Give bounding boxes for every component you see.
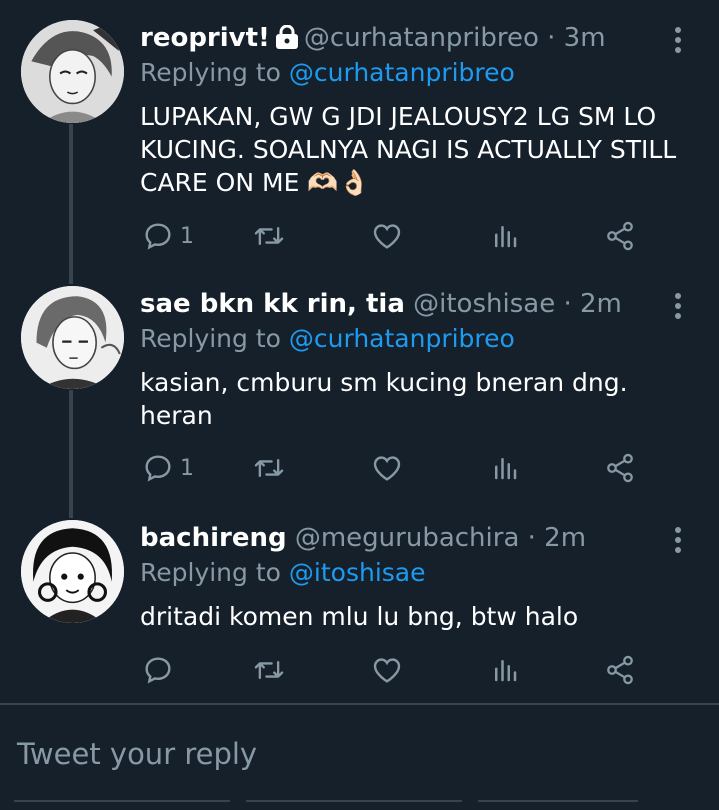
mention-link[interactable]: @curhatanpribreo: [289, 324, 515, 353]
more-options-icon[interactable]: [668, 524, 688, 558]
reply-count: 1: [180, 223, 194, 249]
retweet-button[interactable]: [252, 448, 286, 488]
tweet-header: bachireng @megurubachira · 2m: [140, 520, 586, 556]
tweet-text: dritadi komen mlu lu bng, btw halo: [140, 602, 579, 631]
separator: ·: [527, 523, 536, 553]
compose-divider: [0, 703, 719, 705]
user-handle[interactable]: @itoshisae: [413, 289, 555, 319]
timestamp[interactable]: 2m: [544, 523, 586, 553]
share-icon: [607, 655, 633, 685]
timestamp[interactable]: 2m: [580, 289, 622, 319]
like-icon: [373, 224, 401, 249]
reply-button[interactable]: [142, 650, 180, 690]
mention-link[interactable]: @itoshisae: [289, 558, 426, 587]
more-options-icon[interactable]: [668, 290, 688, 324]
tweet-text: kasian, cmburu sm kucing bneran dng. her…: [140, 368, 628, 430]
retweet-button[interactable]: [252, 650, 286, 690]
tweet[interactable]: reoprivt! @curhatanpribreo · 3m Replying …: [0, 20, 719, 270]
display-name[interactable]: bachireng: [140, 523, 287, 553]
avatar[interactable]: [21, 20, 124, 123]
user-handle[interactable]: @curhatanpribreo: [304, 23, 539, 53]
display-name[interactable]: sae bkn kk rin, tia: [140, 289, 405, 319]
retweet-icon: [254, 226, 284, 246]
tweet-actions: 1: [140, 448, 660, 488]
replying-to: Replying to @curhatanpribreo: [140, 322, 515, 356]
retweet-button[interactable]: [252, 216, 286, 256]
reply-icon: [145, 223, 171, 250]
bottom-toolbar: [0, 800, 719, 808]
tweet-actions: 1: [140, 216, 660, 256]
like-button[interactable]: [370, 216, 404, 256]
reply-icon: [145, 455, 171, 482]
reply-button[interactable]: 1: [142, 448, 194, 488]
reply-button[interactable]: 1: [142, 216, 194, 256]
replying-to-label: Replying to: [140, 58, 281, 87]
avatar[interactable]: [21, 286, 124, 389]
like-button[interactable]: [370, 650, 404, 690]
replying-to-label: Replying to: [140, 558, 281, 587]
share-icon: [607, 453, 633, 483]
analytics-icon: [495, 458, 517, 480]
display-name[interactable]: reoprivt!: [140, 23, 270, 53]
tweet-actions: [140, 650, 660, 690]
more-options-icon[interactable]: [668, 24, 688, 58]
tweet-text: LUPAKAN, GW G JDI JEALOUSY2 LG SM LO KUC…: [140, 102, 677, 197]
analytics-button[interactable]: [490, 650, 520, 690]
share-icon: [607, 221, 633, 251]
reply-count: 1: [180, 455, 194, 481]
like-icon: [373, 658, 401, 683]
tweet-header: sae bkn kk rin, tia @itoshisae · 2m: [140, 286, 622, 322]
retweet-icon: [254, 660, 284, 680]
analytics-icon: [495, 660, 517, 682]
reply-icon: [145, 657, 171, 684]
like-button[interactable]: [370, 448, 404, 488]
replying-to: Replying to @curhatanpribreo: [140, 56, 515, 90]
share-button[interactable]: [604, 650, 636, 690]
lock-icon: [274, 23, 300, 59]
like-icon: [373, 456, 401, 481]
share-button[interactable]: [604, 216, 636, 256]
tweet-header: reoprivt! @curhatanpribreo · 3m: [140, 20, 606, 56]
replying-to-label: Replying to: [140, 324, 281, 353]
mention-link[interactable]: @curhatanpribreo: [289, 58, 515, 87]
separator: ·: [563, 289, 572, 319]
analytics-icon: [495, 226, 517, 248]
analytics-button[interactable]: [490, 448, 520, 488]
tweet[interactable]: sae bkn kk rin, tia @itoshisae · 2m Repl…: [0, 286, 719, 506]
retweet-icon: [254, 458, 284, 478]
tweet[interactable]: bachireng @megurubachira · 2m Replying t…: [0, 520, 719, 700]
share-button[interactable]: [604, 448, 636, 488]
analytics-button[interactable]: [490, 216, 520, 256]
user-handle[interactable]: @megurubachira: [295, 523, 520, 553]
reply-input[interactable]: Tweet your reply: [17, 732, 257, 776]
separator: ·: [547, 23, 556, 53]
avatar[interactable]: [21, 520, 124, 623]
timestamp[interactable]: 3m: [564, 23, 606, 53]
replying-to: Replying to @itoshisae: [140, 556, 426, 590]
